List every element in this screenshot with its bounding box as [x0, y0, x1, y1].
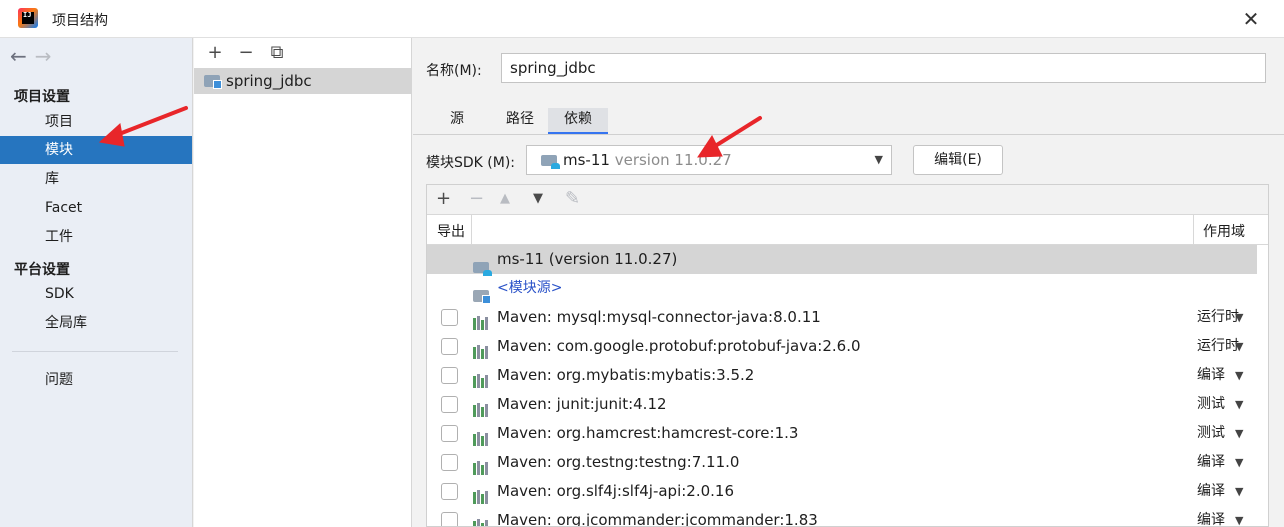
edit-sdk-button[interactable]: 编辑(E) [913, 145, 1003, 175]
dependency-name: Maven: mysql:mysql-connector-java:8.0.11 [497, 308, 821, 326]
sdk-folder-icon [541, 155, 560, 169]
nav-item-artifacts[interactable]: 工件 [0, 223, 192, 251]
nav-arrows: ← → [10, 44, 60, 68]
scope-select[interactable]: 编译 [1197, 506, 1225, 526]
edit-dependency-icon[interactable]: ✎ [565, 188, 580, 209]
export-checkbox[interactable] [441, 367, 458, 384]
column-separator [471, 215, 472, 245]
export-checkbox[interactable] [441, 309, 458, 326]
move-down-icon[interactable]: ▼ [533, 191, 543, 206]
chevron-down-icon[interactable]: ▼ [1235, 448, 1243, 477]
dependency-name: Maven: com.google.protobuf:protobuf-java… [497, 337, 861, 355]
add-module-icon[interactable]: + [204, 42, 226, 63]
scope-select[interactable]: 运行时 [1197, 332, 1239, 361]
left-navigation: ← → 项目设置 项目 模块 库 Facet 工件 平台设置 SDK 全局库 问题 [0, 38, 193, 527]
sdk-name: ms-11 [563, 151, 610, 169]
nav-item-project[interactable]: 项目 [0, 108, 192, 136]
remove-module-icon[interactable]: − [235, 42, 257, 63]
nav-item-modules[interactable]: 模块 [0, 136, 192, 164]
scope-select[interactable]: 编译 [1197, 361, 1225, 390]
table-row[interactable]: Maven: org.jcommander:jcommander:1.83 编译 ▼ [427, 506, 1257, 527]
scope-select[interactable]: 编译 [1197, 477, 1225, 506]
module-item-label: spring_jdbc [226, 72, 312, 90]
export-checkbox[interactable] [441, 338, 458, 355]
chevron-down-icon[interactable]: ▼ [1235, 332, 1243, 361]
dependencies-table: + − ▲ ▼ ✎ 导出 作用域 ms-11 (version 11.0.27)… [426, 184, 1269, 527]
nav-item-global-libraries[interactable]: 全局库 [0, 309, 192, 337]
dependency-name: Maven: org.jcommander:jcommander:1.83 [497, 511, 818, 527]
tabs-underline [413, 134, 1284, 135]
table-row[interactable]: Maven: junit:junit:4.12 测试 ▼ [427, 390, 1257, 419]
nav-group-platform-settings: 平台设置 [14, 262, 70, 278]
add-dependency-icon[interactable]: + [436, 188, 451, 209]
module-item-spring-jdbc[interactable]: spring_jdbc [194, 68, 412, 94]
column-separator [1193, 215, 1194, 245]
close-icon[interactable]: ✕ [1240, 8, 1262, 30]
dependency-name: Maven: org.hamcrest:hamcrest-core:1.3 [497, 424, 799, 442]
remove-dependency-icon[interactable]: − [469, 188, 484, 209]
export-checkbox[interactable] [441, 425, 458, 442]
sdk-version: version 11.0.27 [614, 151, 732, 169]
intellij-logo-icon: IJ [18, 8, 38, 28]
module-folder-icon [204, 75, 222, 89]
dependency-name: Maven: org.slf4j:slf4j-api:2.0.16 [497, 482, 734, 500]
library-icon [473, 514, 489, 526]
module-list-panel: + − ⧉ spring_jdbc [194, 38, 412, 527]
chevron-down-icon[interactable]: ▼ [1235, 506, 1243, 526]
chevron-down-icon: ▼ [874, 153, 883, 166]
title-bar: IJ 项目结构 ✕ [0, 0, 1284, 38]
dependencies-toolbar: + − ▲ ▼ ✎ [427, 185, 1268, 215]
table-header: 导出 作用域 [427, 215, 1268, 245]
scope-select[interactable]: 编译 [1197, 448, 1225, 477]
chevron-down-icon[interactable]: ▼ [1235, 477, 1243, 506]
move-up-icon[interactable]: ▲ [500, 191, 510, 206]
table-row[interactable]: Maven: com.google.protobuf:protobuf-java… [427, 332, 1257, 361]
dependency-name: Maven: junit:junit:4.12 [497, 395, 667, 413]
table-row[interactable]: Maven: org.slf4j:slf4j-api:2.0.16 编译 ▼ [427, 477, 1257, 506]
export-checkbox[interactable] [441, 512, 458, 526]
module-detail-panel: 名称(M): spring_jdbc 源 路径 依赖 模块SDK (M): ms… [413, 38, 1284, 527]
module-source-label: <模块源> [497, 280, 563, 296]
chevron-down-icon[interactable]: ▼ [1235, 361, 1243, 390]
scope-select[interactable]: 测试 [1197, 390, 1225, 419]
name-label: 名称(M): [426, 63, 482, 79]
nav-item-problems[interactable]: 问题 [0, 366, 192, 394]
column-scope[interactable]: 作用域 [1203, 221, 1245, 241]
nav-divider [12, 351, 178, 352]
table-row[interactable]: Maven: mysql:mysql-connector-java:8.0.11… [427, 303, 1257, 332]
tab-dependencies[interactable]: 依赖 [548, 108, 608, 134]
tab-paths[interactable]: 路径 [495, 108, 545, 134]
export-checkbox[interactable] [441, 454, 458, 471]
window-title: 项目结构 [52, 13, 108, 29]
table-row[interactable]: Maven: org.mybatis:mybatis:3.5.2 编译 ▼ [427, 361, 1257, 390]
module-sdk-label: 模块SDK (M): [426, 155, 516, 171]
nav-group-project-settings: 项目设置 [14, 89, 70, 105]
chevron-down-icon[interactable]: ▼ [1235, 419, 1243, 448]
sdk-row-label: ms-11 (version 11.0.27) [497, 250, 678, 268]
scope-select[interactable]: 测试 [1197, 419, 1225, 448]
scope-select[interactable]: 运行时 [1197, 303, 1239, 332]
table-row-module-source[interactable]: <模块源> [427, 274, 1257, 304]
forward-arrow-icon[interactable]: → [35, 44, 52, 68]
module-name-input[interactable]: spring_jdbc [501, 53, 1266, 83]
tab-sources[interactable]: 源 [435, 108, 479, 134]
dependency-name: Maven: org.mybatis:mybatis:3.5.2 [497, 366, 755, 384]
nav-item-sdk[interactable]: SDK [0, 280, 192, 308]
chevron-down-icon[interactable]: ▼ [1235, 390, 1243, 419]
nav-item-libraries[interactable]: 库 [0, 165, 192, 193]
module-sdk-select[interactable]: ms-11 version 11.0.27 ▼ [526, 145, 892, 175]
module-toolbar: + − ⧉ [204, 42, 297, 63]
export-checkbox[interactable] [441, 483, 458, 500]
table-row-sdk[interactable]: ms-11 (version 11.0.27) [427, 245, 1257, 276]
nav-item-facets[interactable]: Facet [0, 194, 192, 222]
copy-module-icon[interactable]: ⧉ [266, 42, 288, 63]
column-export[interactable]: 导出 [437, 221, 465, 241]
table-row[interactable]: Maven: org.testng:testng:7.11.0 编译 ▼ [427, 448, 1257, 477]
export-checkbox[interactable] [441, 396, 458, 413]
table-row[interactable]: Maven: org.hamcrest:hamcrest-core:1.3 测试 ▼ [427, 419, 1257, 448]
chevron-down-icon[interactable]: ▼ [1235, 303, 1243, 332]
dependency-name: Maven: org.testng:testng:7.11.0 [497, 453, 740, 471]
back-arrow-icon[interactable]: ← [10, 44, 27, 68]
